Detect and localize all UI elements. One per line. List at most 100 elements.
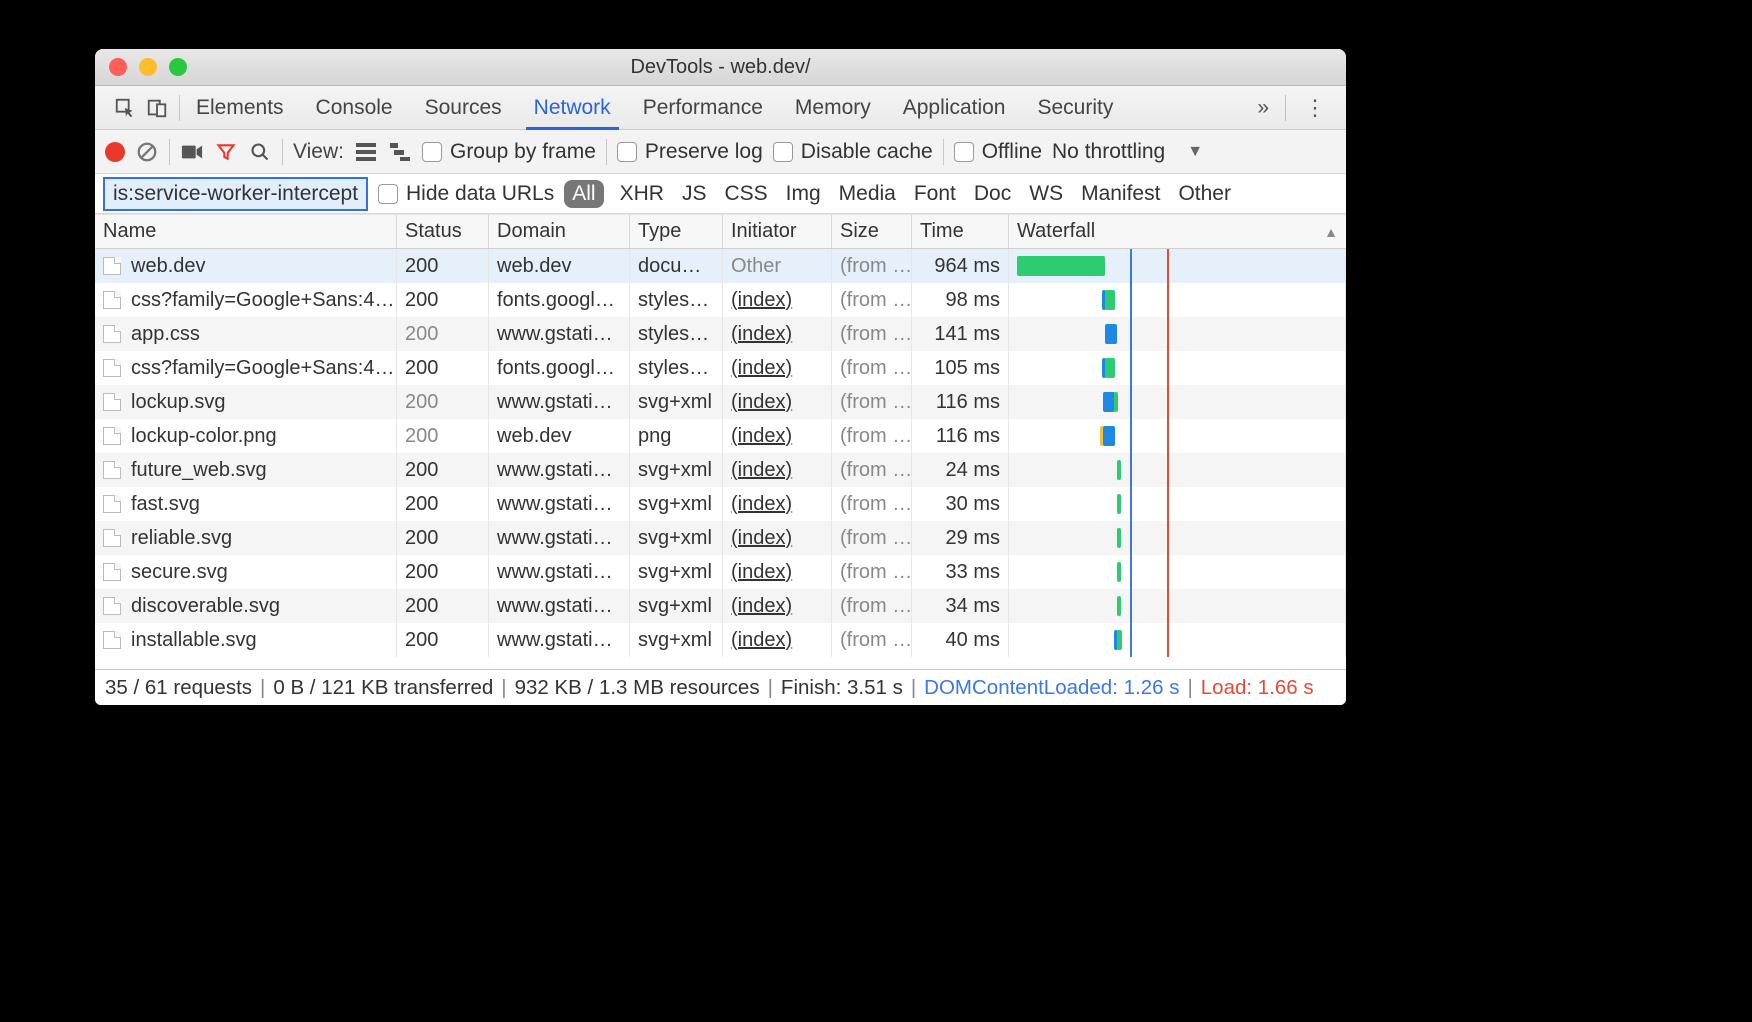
tab-sources[interactable]: Sources	[409, 86, 518, 130]
table-row[interactable]: secure.svg 200 www.gstati… svg+xml (inde…	[95, 555, 1346, 589]
filter-manifest[interactable]: Manifest	[1075, 182, 1166, 206]
large-rows-icon[interactable]	[354, 140, 378, 164]
request-initiator[interactable]: (index)	[723, 351, 832, 385]
request-status: 200	[397, 351, 489, 385]
table-row[interactable]: reliable.svg 200 www.gstati… svg+xml (in…	[95, 521, 1346, 555]
offline-checkbox[interactable]: Offline	[954, 140, 1042, 164]
filter-doc[interactable]: Doc	[968, 182, 1017, 206]
record-button[interactable]	[105, 142, 125, 162]
overview-toggle-icon[interactable]	[388, 140, 412, 164]
disable-cache-checkbox[interactable]: Disable cache	[773, 140, 933, 164]
table-row[interactable]: app.css 200 www.gstati… styles… (index) …	[95, 317, 1346, 351]
camera-icon[interactable]	[180, 140, 204, 164]
filter-img[interactable]: Img	[780, 182, 827, 206]
request-type: svg+xml	[630, 385, 723, 419]
window-title: DevTools - web.dev/	[95, 56, 1346, 79]
table-row[interactable]: lockup-color.png 200 web.dev png (index)…	[95, 419, 1346, 453]
table-row[interactable]: web.dev 200 web.dev docu… Other (from … …	[95, 249, 1346, 283]
file-icon	[103, 461, 121, 479]
col-name[interactable]: Name	[95, 215, 397, 248]
filter-font[interactable]: Font	[908, 182, 962, 206]
throttling-select[interactable]: No throttling ▼	[1052, 140, 1336, 164]
request-initiator[interactable]: (index)	[723, 555, 832, 589]
tab-network[interactable]: Network	[518, 86, 627, 130]
filter-all[interactable]: All	[564, 180, 603, 208]
request-name: lockup.svg	[131, 391, 226, 414]
file-icon	[103, 291, 121, 309]
table-row[interactable]: installable.svg 200 www.gstati… svg+xml …	[95, 623, 1346, 657]
kebab-menu-icon[interactable]: ⋮	[1292, 95, 1338, 121]
request-initiator[interactable]: (index)	[723, 419, 832, 453]
table-row[interactable]: fast.svg 200 www.gstati… svg+xml (index)…	[95, 487, 1346, 521]
request-name: secure.svg	[131, 561, 228, 584]
request-type: svg+xml	[630, 623, 723, 657]
col-size[interactable]: Size	[832, 215, 912, 248]
filter-icon[interactable]	[214, 140, 238, 164]
inspect-icon[interactable]	[113, 96, 137, 120]
request-name: discoverable.svg	[131, 595, 280, 618]
checkbox-icon	[954, 142, 974, 162]
col-status[interactable]: Status	[397, 215, 489, 248]
filter-css[interactable]: CSS	[718, 182, 773, 206]
status-transferred: 0 B / 121 KB transferred	[273, 676, 493, 700]
col-waterfall[interactable]: Waterfall ▲	[1009, 215, 1346, 248]
search-icon[interactable]	[248, 140, 272, 164]
request-status: 200	[397, 521, 489, 555]
hide-data-urls-checkbox[interactable]: Hide data URLs	[378, 182, 554, 206]
status-resources: 932 KB / 1.3 MB resources	[515, 676, 760, 700]
table-row[interactable]: css?family=Google+Sans:4… 200 fonts.goog…	[95, 283, 1346, 317]
request-name: future_web.svg	[131, 459, 267, 482]
col-time[interactable]: Time	[912, 215, 1009, 248]
clear-icon[interactable]	[135, 140, 159, 164]
tab-console[interactable]: Console	[300, 86, 409, 130]
request-size: (from …	[832, 283, 912, 317]
filter-media[interactable]: Media	[833, 182, 902, 206]
device-toggle-icon[interactable]	[145, 96, 169, 120]
table-row[interactable]: lockup.svg 200 www.gstati… svg+xml (inde…	[95, 385, 1346, 419]
col-type[interactable]: Type	[630, 215, 723, 248]
request-type: svg+xml	[630, 487, 723, 521]
col-initiator[interactable]: Initiator	[723, 215, 832, 248]
request-time: 24 ms	[912, 453, 1009, 487]
request-status: 200	[397, 385, 489, 419]
request-waterfall	[1009, 555, 1346, 589]
request-table-body: web.dev 200 web.dev docu… Other (from … …	[95, 249, 1346, 669]
request-name: fast.svg	[131, 493, 200, 516]
filter-ws[interactable]: WS	[1023, 182, 1069, 206]
table-row[interactable]: future_web.svg 200 www.gstati… svg+xml (…	[95, 453, 1346, 487]
request-initiator[interactable]: (index)	[723, 385, 832, 419]
tab-security[interactable]: Security	[1021, 86, 1129, 130]
filter-js[interactable]: JS	[676, 182, 713, 206]
request-name: css?family=Google+Sans:4…	[131, 357, 394, 380]
tab-memory[interactable]: Memory	[779, 86, 887, 130]
request-name: css?family=Google+Sans:4…	[131, 289, 394, 312]
filter-xhr[interactable]: XHR	[614, 182, 670, 206]
file-icon	[103, 529, 121, 547]
request-waterfall	[1009, 487, 1346, 521]
request-initiator[interactable]: (index)	[723, 521, 832, 555]
filter-other[interactable]: Other	[1172, 182, 1237, 206]
request-initiator[interactable]: (index)	[723, 589, 832, 623]
tab-application[interactable]: Application	[887, 86, 1022, 130]
group-by-frame-checkbox[interactable]: Group by frame	[422, 140, 596, 164]
request-size: (from …	[832, 623, 912, 657]
offline-label: Offline	[982, 140, 1042, 164]
request-initiator[interactable]: (index)	[723, 453, 832, 487]
request-initiator[interactable]: (index)	[723, 487, 832, 521]
col-domain[interactable]: Domain	[489, 215, 630, 248]
tab-elements[interactable]: Elements	[180, 86, 300, 130]
request-initiator[interactable]: (index)	[723, 283, 832, 317]
file-icon	[103, 325, 121, 343]
sort-indicator-icon: ▲	[1324, 224, 1338, 240]
tab-performance[interactable]: Performance	[627, 86, 779, 130]
request-initiator[interactable]: (index)	[723, 317, 832, 351]
table-row[interactable]: css?family=Google+Sans:4… 200 fonts.goog…	[95, 351, 1346, 385]
status-finish: Finish: 3.51 s	[781, 676, 903, 700]
more-tabs-button[interactable]: »	[1247, 96, 1279, 120]
request-initiator[interactable]: (index)	[723, 623, 832, 657]
preserve-log-checkbox[interactable]: Preserve log	[617, 140, 763, 164]
filter-input[interactable]	[103, 177, 368, 211]
table-row[interactable]: discoverable.svg 200 www.gstati… svg+xml…	[95, 589, 1346, 623]
request-type: styles…	[630, 317, 723, 351]
request-waterfall	[1009, 453, 1346, 487]
